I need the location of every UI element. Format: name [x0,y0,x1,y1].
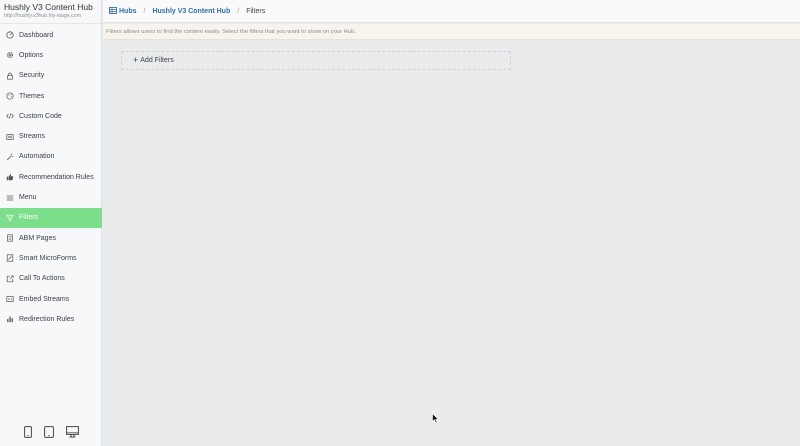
breadcrumb-separator: / [143,7,146,15]
breadcrumb-hubs-label: Hubs [119,7,137,15]
sidebar-item-label: Dashboard [19,31,54,39]
sidebar-item-label: Options [19,51,44,59]
thumbs-up-icon [6,173,14,181]
lock-icon [6,72,14,80]
sidebar-item-label: Smart MicroForms [19,254,77,262]
sidebar-item-dashboard[interactable]: Dashboard [0,25,102,45]
sidebar-item-label: Themes [19,92,45,100]
form-icon [6,254,14,262]
dashboard-icon [6,31,14,39]
sidebar-item-label: Streams [19,133,46,141]
sidebar-item-label: Automation [19,153,55,161]
sidebar-item-call-to-actions[interactable]: Call To Actions [0,269,102,289]
breadcrumb-separator: / [237,7,240,15]
mobile-icon[interactable] [23,426,32,438]
hub-url[interactable]: http://hushly.v3hub.hly-stage.com [4,12,97,20]
code-icon [6,112,14,120]
desktop-icon[interactable] [65,426,79,438]
sidebar-item-label: ABM Pages [19,234,56,242]
sidebar-item-label: Security [19,72,45,80]
sidebar-item-label: Custom Code [19,112,62,120]
sidebar-item-label: Call To Actions [19,275,65,283]
palette-icon [6,92,14,100]
bar-chart-icon [6,315,14,323]
filter-icon [6,214,14,222]
sidebar-nav: Dashboard Options Security Themes Custom… [0,25,102,329]
info-text: Filters allows users to find the content… [103,24,800,40]
mouse-cursor-icon [432,413,439,424]
menu-icon [6,194,14,202]
hub-title: Hushly V3 Content Hub [4,2,93,12]
magic-wand-icon [6,153,14,161]
sidebar-item-label: Embed Streams [19,295,70,303]
tablet-icon[interactable] [43,426,54,438]
add-filters-button[interactable]: + Add Filters [121,51,511,70]
document-icon [6,234,14,242]
sidebar-item-embed-streams[interactable]: Embed Streams [0,289,102,309]
sidebar-item-label: Menu [19,194,37,202]
embed-icon [6,295,14,303]
sidebar-item-menu[interactable]: Menu [0,187,102,207]
table-icon [109,6,117,16]
sidebar-item-abm-pages[interactable]: ABM Pages [0,228,102,248]
sidebar-item-filters[interactable]: Filters [0,207,102,228]
sidebar-item-streams[interactable]: Streams [0,126,102,146]
sidebar-item-automation[interactable]: Automation [0,147,102,167]
hub-header: Hushly V3 Content Hub http://hushly.v3hu… [0,0,101,24]
sidebar-item-themes[interactable]: Themes [0,86,102,106]
device-preview-toggle [0,426,102,438]
add-filters-label: Add Filters [140,57,174,64]
sidebar-item-custom-code[interactable]: Custom Code [0,106,102,126]
breadcrumb-hubs[interactable]: Hubs [109,6,137,16]
external-link-icon [6,275,14,283]
breadcrumb-current: Filters [246,7,266,15]
streams-icon [6,133,14,141]
plus-icon: + [133,55,139,65]
sidebar-item-label: Recommendation Rules [19,173,94,181]
breadcrumb: Hubs / Hushly V3 Content Hub / Filters [103,0,800,23]
sidebar-item-options[interactable]: Options [0,45,102,65]
sidebar-item-label: Redirection Rules [19,315,75,323]
sidebar: Hushly V3 Content Hub http://hushly.v3hu… [0,0,102,446]
sidebar-item-label: Filters [19,214,39,222]
sidebar-item-smart-microforms[interactable]: Smart MicroForms [0,248,102,268]
gear-icon [6,51,14,59]
sidebar-item-recommendation-rules[interactable]: Recommendation Rules [0,167,102,187]
sidebar-item-security[interactable]: Security [0,66,102,86]
sidebar-item-redirection-rules[interactable]: Redirection Rules [0,309,102,329]
breadcrumb-hub[interactable]: Hushly V3 Content Hub [152,8,230,15]
